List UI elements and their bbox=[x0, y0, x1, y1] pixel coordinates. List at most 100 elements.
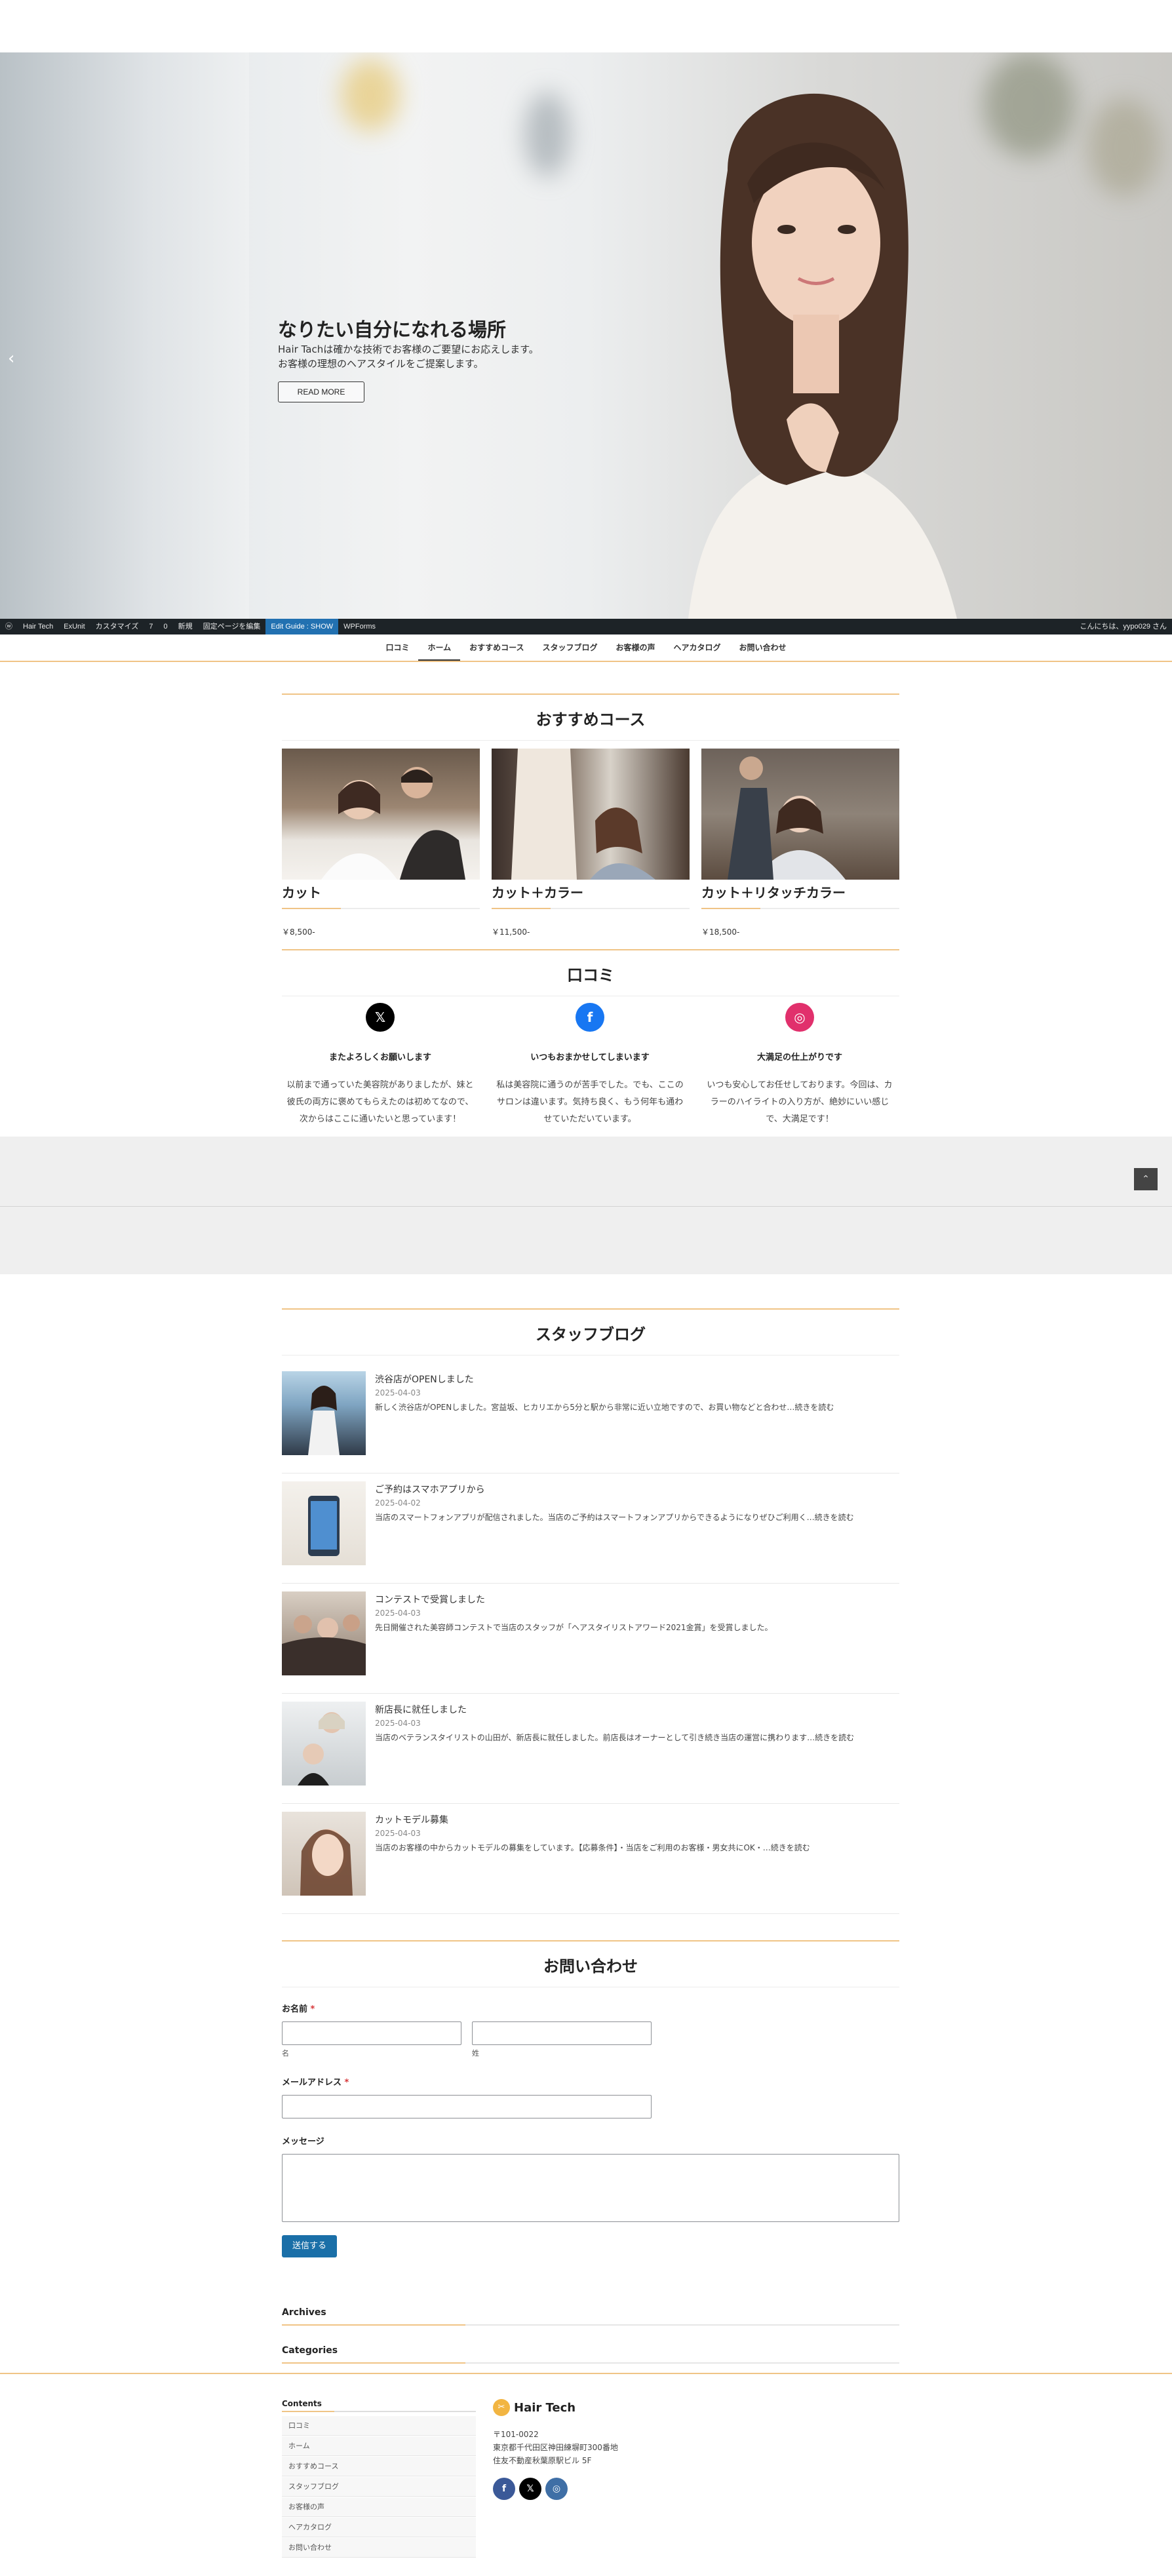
post-title[interactable]: ご予約はスマホアプリから bbox=[375, 1483, 485, 1496]
nav-item-blog[interactable]: スタッフブログ bbox=[534, 634, 607, 661]
wp-admin-bar: ⓦ Hair Tech ExUnit カスタマイズ 7 0 新規 固定ページを編… bbox=[0, 619, 1172, 634]
review-line: で、大満足です！ bbox=[766, 1114, 834, 1124]
footer-link[interactable]: スタッフブログ bbox=[282, 2477, 476, 2497]
footer-address-line: 住友不動産秋葉原駅ビル 5F bbox=[493, 2456, 592, 2465]
hero-slider: なりたい自分になれる場所 Hair Tachは確かな技術でお客様のご要望にお応え… bbox=[0, 52, 1172, 619]
review-card: f いつもおまかせしてしまいます 私は美容院に通うのが苦手でした。でも、ここの … bbox=[492, 1003, 688, 1128]
post-date: 2025-04-03 bbox=[375, 1388, 421, 1397]
message-textarea[interactable] bbox=[282, 2154, 899, 2222]
back-to-top-icon[interactable]: ⌃ bbox=[1134, 1168, 1158, 1190]
footer-link[interactable]: お客様の声 bbox=[282, 2497, 476, 2517]
footer-zip: 〒101-0022 bbox=[493, 2430, 539, 2439]
nav-item-catalog[interactable]: ヘアカタログ bbox=[665, 634, 730, 661]
review-card: 𝕏 またよろしくお願いします 以前まで通っていた美容院がありましたが、妹と 彼氏… bbox=[282, 1003, 479, 1128]
admin-bar-site-name[interactable]: Hair Tech bbox=[18, 619, 58, 634]
course-card[interactable]: カット＋カラー ￥11,500- bbox=[492, 749, 690, 937]
post-excerpt: 新しく渋谷店がOPENしました。宮益坂、ヒカリエから5分と駅から非常に近い立地で… bbox=[375, 1403, 834, 1412]
nav-item-reviews[interactable]: 口コミ bbox=[376, 634, 418, 661]
first-name-sublabel: 名 bbox=[282, 2049, 289, 2058]
last-name-input[interactable] bbox=[472, 2021, 652, 2045]
admin-bar-greeting[interactable]: こんにちは、yypo029 さん bbox=[1074, 619, 1172, 634]
footer-link[interactable]: ヘアカタログ bbox=[282, 2518, 476, 2537]
contact-heading: お問い合わせ bbox=[543, 1957, 638, 1976]
footer-link[interactable]: 口コミ bbox=[282, 2416, 476, 2436]
post-title[interactable]: 渋谷店がOPENしました bbox=[375, 1373, 474, 1386]
grey-band-section: ⌃ bbox=[0, 1137, 1172, 1274]
course-photo bbox=[701, 749, 899, 880]
instagram-icon[interactable]: ◎ bbox=[545, 2478, 568, 2500]
review-line: せていただいています。 bbox=[543, 1114, 636, 1124]
blog-post[interactable]: カットモデル募集 2025-04-03 当店のお客様の中からカットモデルの募集を… bbox=[282, 1804, 899, 1914]
admin-bar-wpforms[interactable]: WPForms bbox=[338, 619, 381, 634]
course-card[interactable]: カット＋リタッチカラー ￥18,500- bbox=[701, 749, 899, 937]
nav-item-contact[interactable]: お問い合わせ bbox=[730, 634, 796, 661]
post-thumbnail[interactable] bbox=[282, 1371, 366, 1455]
footer-address: 〒101-0022 東京都千代田区神田練塀町300番地 住友不動産秋葉原駅ビル … bbox=[493, 2428, 618, 2467]
course-photo bbox=[282, 749, 480, 880]
review-title: いつもおまかせしてしまいます bbox=[530, 1053, 650, 1063]
post-date: 2025-04-03 bbox=[375, 1829, 421, 1838]
course-card[interactable]: カット ￥8,500- bbox=[282, 749, 480, 937]
read-more-button[interactable]: READ MORE bbox=[278, 381, 364, 402]
footer-contents-heading: Contents bbox=[282, 2399, 322, 2408]
facebook-icon: f bbox=[576, 1003, 604, 1032]
admin-bar-updates[interactable]: 7 bbox=[144, 619, 158, 634]
last-name-sublabel: 姓 bbox=[472, 2049, 479, 2058]
reviews-heading: 口コミ bbox=[567, 966, 614, 985]
slider-prev-arrow-icon[interactable]: ‹ bbox=[8, 349, 14, 368]
footer-link[interactable]: おすすめコース bbox=[282, 2457, 476, 2476]
blog-post[interactable]: 新店長に就任しました 2025-04-03 当店のベテランスタイリストの山田が、… bbox=[282, 1694, 899, 1804]
email-field[interactable] bbox=[282, 2095, 652, 2118]
admin-bar-comments[interactable]: 0 bbox=[158, 619, 172, 634]
first-name-input[interactable] bbox=[282, 2021, 461, 2045]
course-price: ￥18,500- bbox=[701, 927, 740, 937]
hero-headline: なりたい自分になれる場所 bbox=[278, 319, 507, 341]
admin-bar-customize[interactable]: カスタマイズ bbox=[90, 619, 144, 634]
footer-brand[interactable]: ✂ Hair Tech bbox=[493, 2399, 576, 2416]
nav-item-voices[interactable]: お客様の声 bbox=[607, 634, 665, 661]
nav-item-courses[interactable]: おすすめコース bbox=[460, 634, 533, 661]
post-title[interactable]: コンテストで受賞しました bbox=[375, 1593, 485, 1606]
review-line: いつも安心してお任せしております。今回は、カ bbox=[707, 1080, 893, 1090]
admin-bar-new[interactable]: 新規 bbox=[173, 619, 198, 634]
review-line: 次からはここに通いたいと思っています！ bbox=[299, 1114, 461, 1124]
archives-widget: Archives bbox=[282, 2307, 899, 2326]
course-photo bbox=[492, 749, 690, 880]
nav-item-home[interactable]: ホーム bbox=[418, 634, 461, 661]
reviews-section-header: 口コミ bbox=[282, 949, 899, 996]
post-thumbnail[interactable] bbox=[282, 1481, 366, 1565]
name-label: お名前 * bbox=[282, 2002, 315, 2014]
submit-button[interactable]: 送信する bbox=[282, 2235, 337, 2257]
footer-link[interactable]: お問い合わせ bbox=[282, 2538, 476, 2558]
post-thumbnail[interactable] bbox=[282, 1591, 366, 1675]
facebook-icon[interactable]: f bbox=[493, 2478, 515, 2500]
review-title: またよろしくお願いします bbox=[328, 1053, 431, 1063]
course-title: カット＋カラー bbox=[492, 885, 583, 901]
admin-bar-edit-page[interactable]: 固定ページを編集 bbox=[198, 619, 266, 634]
contact-section-header: お問い合わせ bbox=[282, 1940, 899, 1987]
post-excerpt: 当店のスマートフォンアプリが配信されました。当店のご予約はスマートフォンアプリか… bbox=[375, 1513, 854, 1522]
hair-tech-logo-icon: ✂ bbox=[493, 2399, 510, 2416]
review-line: ラーのハイライトの入り方が、絶妙にいい感じ bbox=[710, 1097, 889, 1107]
review-line: 彼氏の両方に褒めてもらえたのは初めてなので、 bbox=[286, 1097, 474, 1107]
footer-brand-name: Hair Tech bbox=[514, 2400, 576, 2415]
admin-bar-edit-guide[interactable]: Edit Guide : SHOW bbox=[265, 619, 339, 634]
blog-post[interactable]: コンテストで受賞しました 2025-04-03 先日開催された美容師コンテストで… bbox=[282, 1584, 899, 1694]
x-icon[interactable]: 𝕏 bbox=[519, 2478, 541, 2500]
hero-description-line: お客様の理想のヘアスタイルをご提案します。 bbox=[278, 358, 484, 370]
post-thumbnail[interactable] bbox=[282, 1812, 366, 1896]
footer-link[interactable]: ホーム bbox=[282, 2436, 476, 2456]
archives-heading: Archives bbox=[282, 2307, 326, 2318]
email-label-text: メールアドレス bbox=[282, 2078, 342, 2088]
hero-description: Hair Tachは確かな技術でお客様のご要望にお応えします。 お客様の理想のヘ… bbox=[278, 342, 539, 371]
blog-post[interactable]: ご予約はスマホアプリから 2025-04-02 当店のスマートフォンアプリが配信… bbox=[282, 1473, 899, 1584]
post-title[interactable]: カットモデル募集 bbox=[375, 1813, 448, 1826]
post-title[interactable]: 新店長に就任しました bbox=[375, 1703, 467, 1716]
wordpress-logo-icon[interactable]: ⓦ bbox=[0, 619, 18, 634]
review-body: 以前まで通っていた美容院がありましたが、妹と 彼氏の両方に褒めてもらえたのは初め… bbox=[282, 1077, 479, 1128]
blog-post[interactable]: 渋谷店がOPENしました 2025-04-03 新しく渋谷店がOPENしました。… bbox=[282, 1363, 899, 1473]
course-price: ￥11,500- bbox=[492, 927, 530, 937]
hero-bokeh bbox=[341, 59, 400, 131]
admin-bar-exunit[interactable]: ExUnit bbox=[58, 619, 90, 634]
post-thumbnail[interactable] bbox=[282, 1702, 366, 1786]
